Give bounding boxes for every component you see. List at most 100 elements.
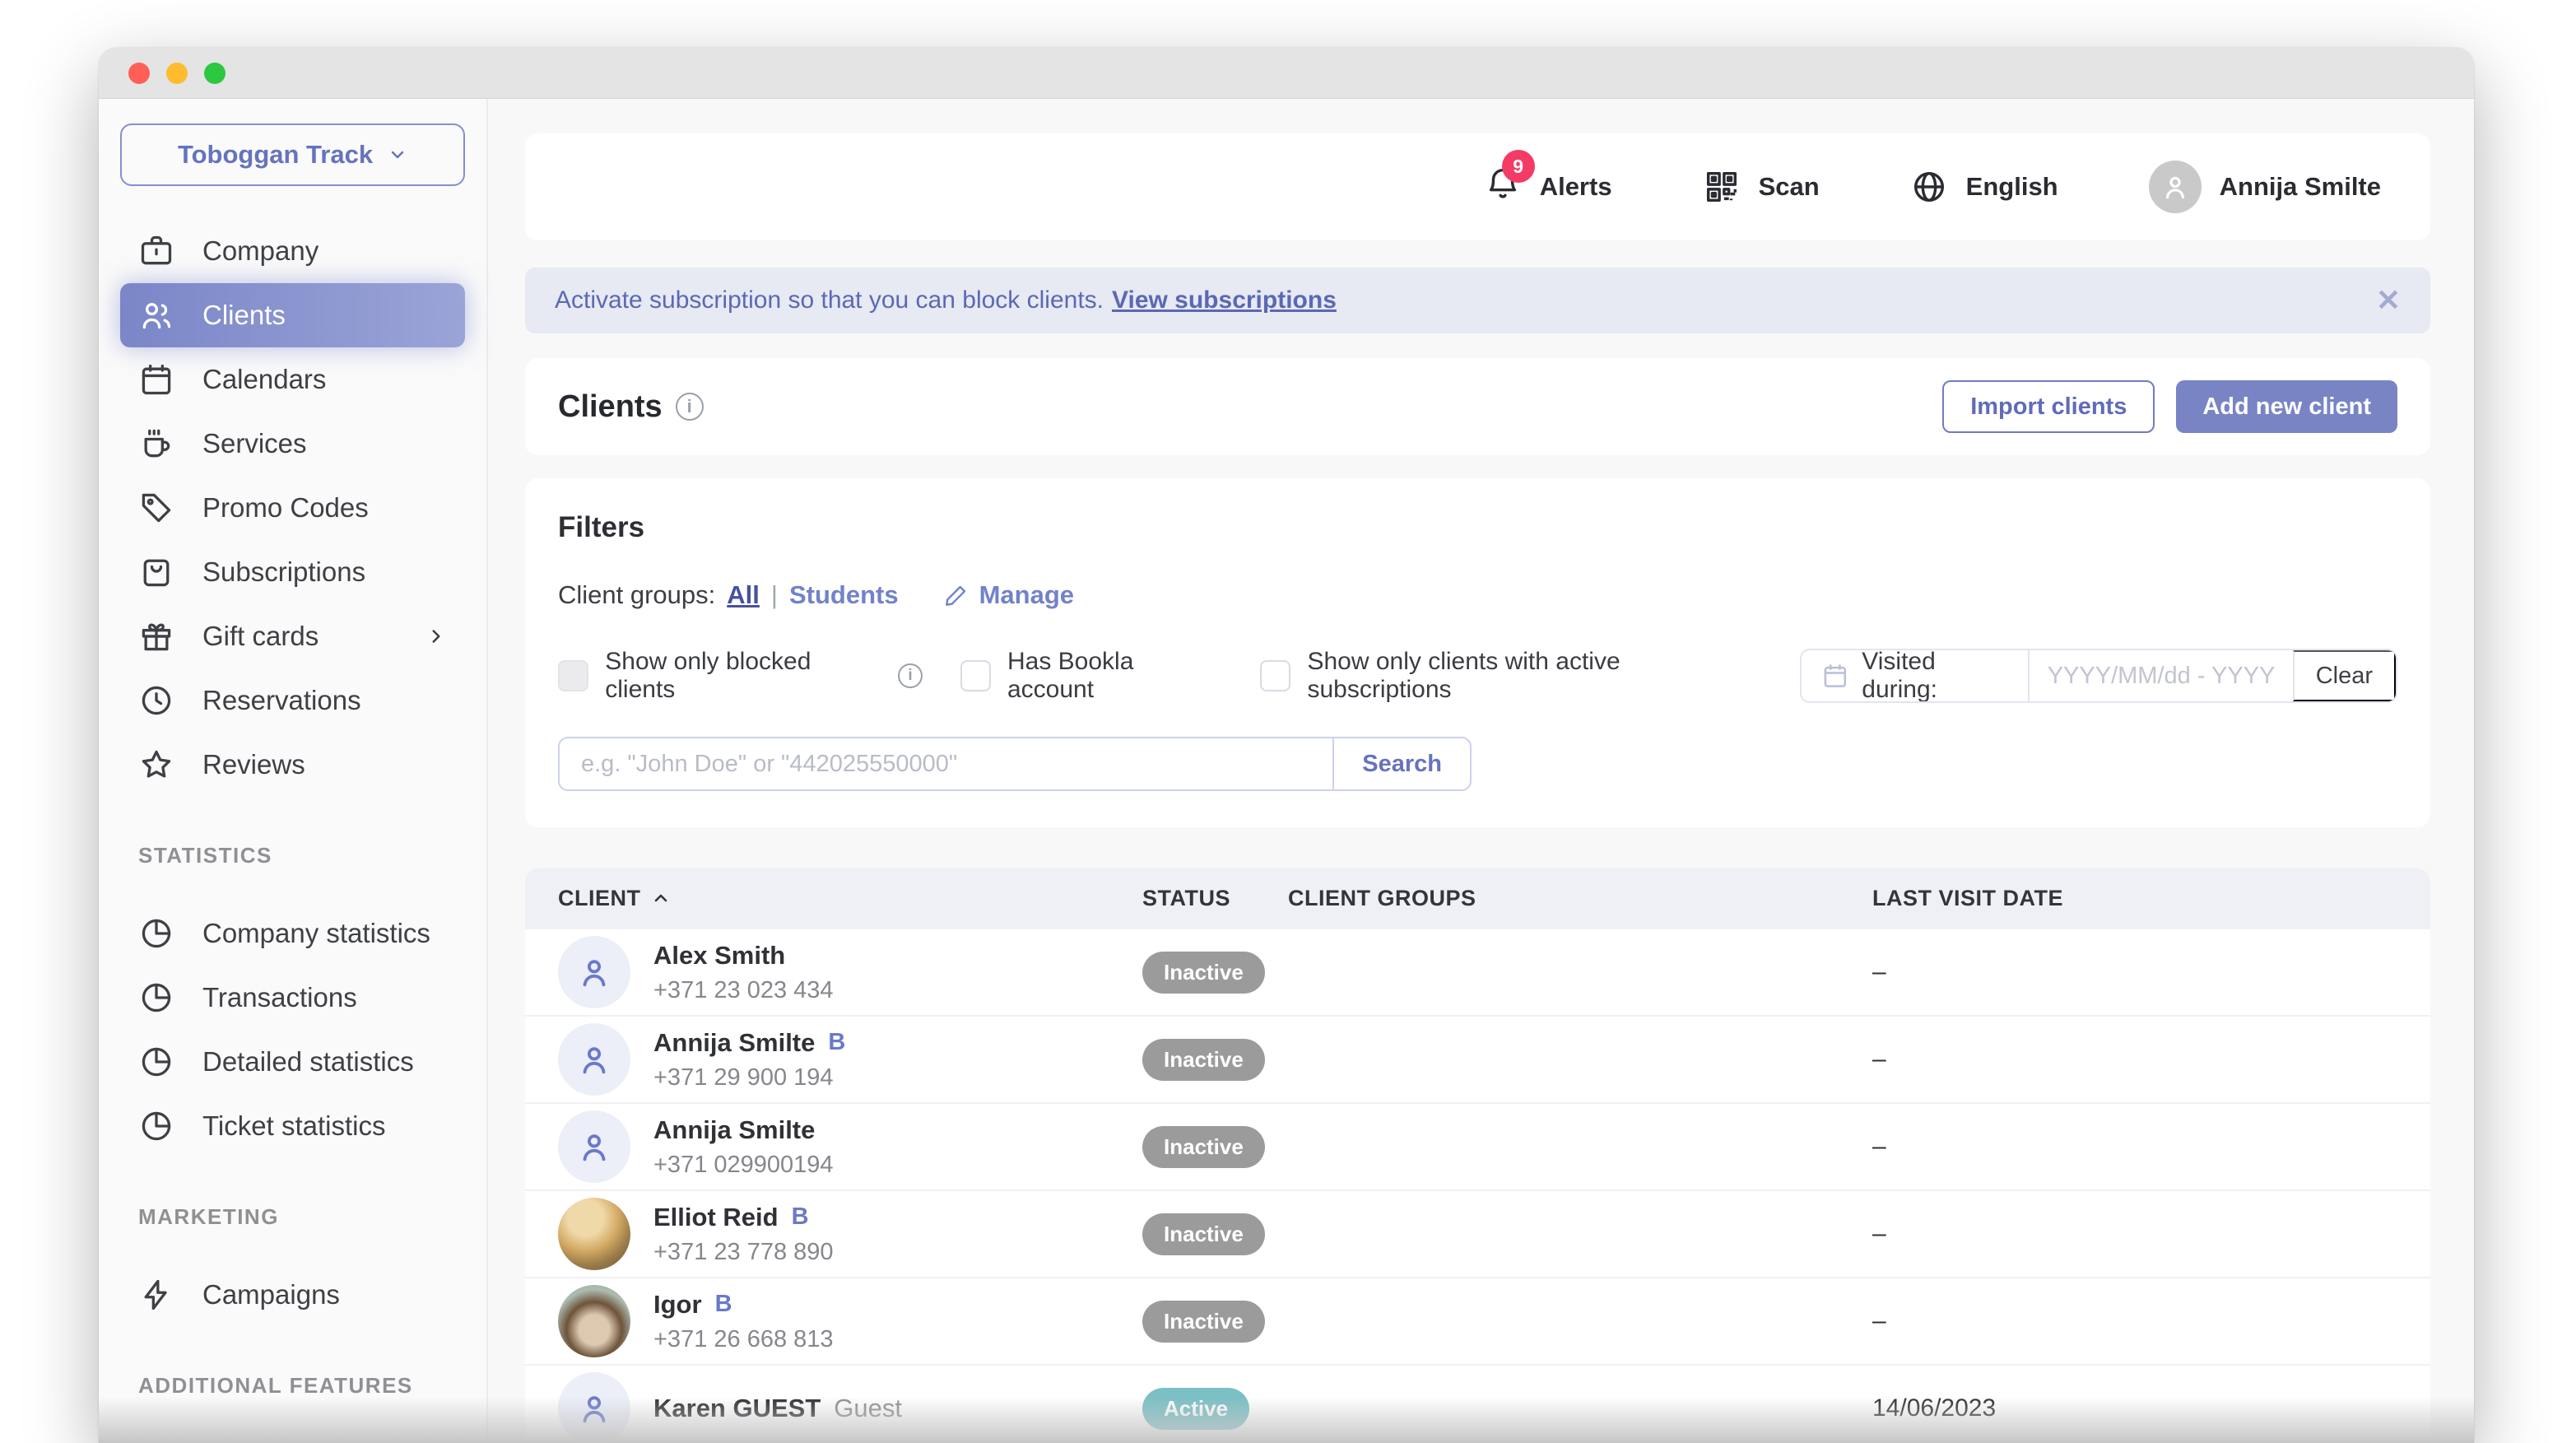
client-phone: +371 29 900 194 [653,1064,845,1092]
clear-dates-button[interactable]: Clear [2293,650,2396,701]
sidebar-item-calendars[interactable]: Calendars [120,347,465,412]
checkbox-show-blocked[interactable]: Show only blocked clients i [558,648,923,704]
add-new-client-button[interactable]: Add new client [2176,380,2397,433]
banner-text: Activate subscription so that you can bl… [555,286,1104,314]
client-name: Annija Smilte [653,1115,815,1145]
sidebar-menu: Company Clients Calendars Services [120,219,465,797]
alerts-count-badge: 9 [1502,150,1535,183]
briefcase-icon [138,233,174,269]
client-name: Annija Smilte [653,1028,815,1058]
language-selector[interactable]: English [1910,168,2058,206]
column-header-status[interactable]: STATUS [1142,886,1288,911]
sidebar-section-additional-features: ADDITIONAL FEATURES [120,1373,465,1399]
search-input[interactable] [558,737,1332,791]
sidebar-item-subscriptions[interactable]: Subscriptions [120,540,465,604]
table-row[interactable]: Annija Smilte +371 029900194 Inactive – [525,1102,2430,1189]
column-header-last-visit-date[interactable]: LAST VISIT DATE [1872,886,2397,911]
sidebar-item-clients[interactable]: Clients [120,283,465,347]
client-name: Karen GUEST [653,1394,821,1423]
client-groups-label: Client groups: [558,580,715,610]
sidebar-item-label: Transactions [202,982,357,1013]
user-menu[interactable]: Annija Smilte [2149,161,2381,213]
table-header-row: CLIENT STATUS CLIENT GROUPS LAST VISIT D… [525,868,2430,928]
gift-icon [138,618,174,654]
table-row[interactable]: IgorB +371 26 668 813 Inactive – [525,1277,2430,1364]
client-avatar-placeholder [558,1110,630,1183]
titlebar [99,48,2474,99]
clock-icon [138,682,174,719]
workspace-selector[interactable]: Toboggan Track [120,123,465,186]
scan-button[interactable]: Scan [1703,168,1820,206]
scan-label: Scan [1759,172,1820,202]
calendar-icon [1821,661,1849,691]
manage-groups-button[interactable]: Manage [943,580,1074,610]
group-filter-students[interactable]: Students [789,580,899,610]
column-header-client[interactable]: CLIENT [558,886,1142,911]
checkbox[interactable] [1260,660,1290,691]
sidebar-item-services[interactable]: Services [120,412,465,476]
sidebar-item-reservations[interactable]: Reservations [120,668,465,733]
info-icon[interactable]: i [676,393,704,421]
alerts-button[interactable]: 9 Alerts [1484,165,1612,209]
sidebar-item-reviews[interactable]: Reviews [120,733,465,797]
pie-chart-icon [138,980,174,1016]
pie-chart-icon [138,915,174,952]
table-row[interactable]: Karen GUESTGuest Active 14/06/2023 [525,1364,2430,1443]
minimize-window-button[interactable] [166,63,188,84]
table-row[interactable]: Annija SmilteB +371 29 900 194 Inactive … [525,1015,2430,1102]
person-icon [575,1128,613,1166]
sidebar-item-campaigns[interactable]: Campaigns [120,1263,465,1327]
client-photo-avatar [558,1285,630,1357]
page-title: Clients i [558,389,704,425]
checkbox-has-bookla-account[interactable]: Has Bookla account [960,648,1222,704]
filters-title: Filters [558,511,2397,544]
column-header-client-groups[interactable]: CLIENT GROUPS [1288,886,1872,911]
filters-panel: Filters Client groups: All | Students Ma… [525,478,2430,827]
view-subscriptions-link[interactable]: View subscriptions [1112,286,1337,314]
sidebar-item-transactions[interactable]: Transactions [120,966,465,1030]
group-filter-all[interactable]: All [727,580,760,610]
client-avatar-placeholder [558,936,630,1008]
sidebar-item-company-statistics[interactable]: Company statistics [120,901,465,966]
table-row[interactable]: Alex Smith +371 23 023 434 Inactive – [525,928,2430,1015]
subscription-banner: Activate subscription so that you can bl… [525,268,2430,333]
table-row[interactable]: Elliot ReidB +371 23 778 890 Inactive – [525,1189,2430,1277]
bookla-badge: B [792,1203,809,1231]
chevron-right-icon [425,626,447,647]
client-avatar-placeholder [558,1372,630,1443]
tag-icon [138,490,174,526]
sidebar-item-gift-cards[interactable]: Gift cards [120,604,465,668]
sidebar-item-ticket-statistics[interactable]: Ticket statistics [120,1094,465,1158]
import-clients-button[interactable]: Import clients [1942,380,2155,433]
bookla-badge: B [828,1029,845,1056]
chevron-down-icon [388,145,407,165]
client-photo-avatar [558,1198,630,1270]
visited-during-input[interactable] [2030,650,2293,701]
checkbox[interactable] [960,660,991,691]
guest-label: Guest [834,1394,902,1423]
person-icon [575,953,613,991]
sidebar-item-promo-codes[interactable]: Promo Codes [120,476,465,540]
checkbox[interactable] [558,660,588,691]
zoom-window-button[interactable] [204,63,226,84]
sidebar-item-detailed-statistics[interactable]: Detailed statistics [120,1030,465,1094]
pie-chart-icon [138,1044,174,1080]
client-name: Elliot Reid [653,1203,779,1232]
app-window: Toboggan Track Company Clients Calendars [99,48,2474,1443]
sidebar-item-label: Campaigns [202,1279,340,1310]
client-groups-row: Client groups: All | Students Manage [558,580,2397,610]
sidebar-section-marketing: MARKETING [120,1204,465,1230]
language-label: English [1966,172,2058,202]
checkbox-active-subscriptions[interactable]: Show only clients with active subscripti… [1260,648,1761,704]
globe-icon [1910,168,1948,206]
sidebar-item-label: Company statistics [202,918,430,949]
shopping-bag-icon [138,554,174,590]
close-window-button[interactable] [128,63,150,84]
sidebar-item-label: Calendars [202,364,326,395]
search-button[interactable]: Search [1332,737,1472,791]
info-icon[interactable]: i [898,663,922,688]
sidebar-item-company[interactable]: Company [120,219,465,283]
close-icon[interactable]: ✕ [2376,283,2401,318]
sidebar-item-label: Services [202,428,307,459]
last-visit-cell: – [1872,1220,2397,1248]
